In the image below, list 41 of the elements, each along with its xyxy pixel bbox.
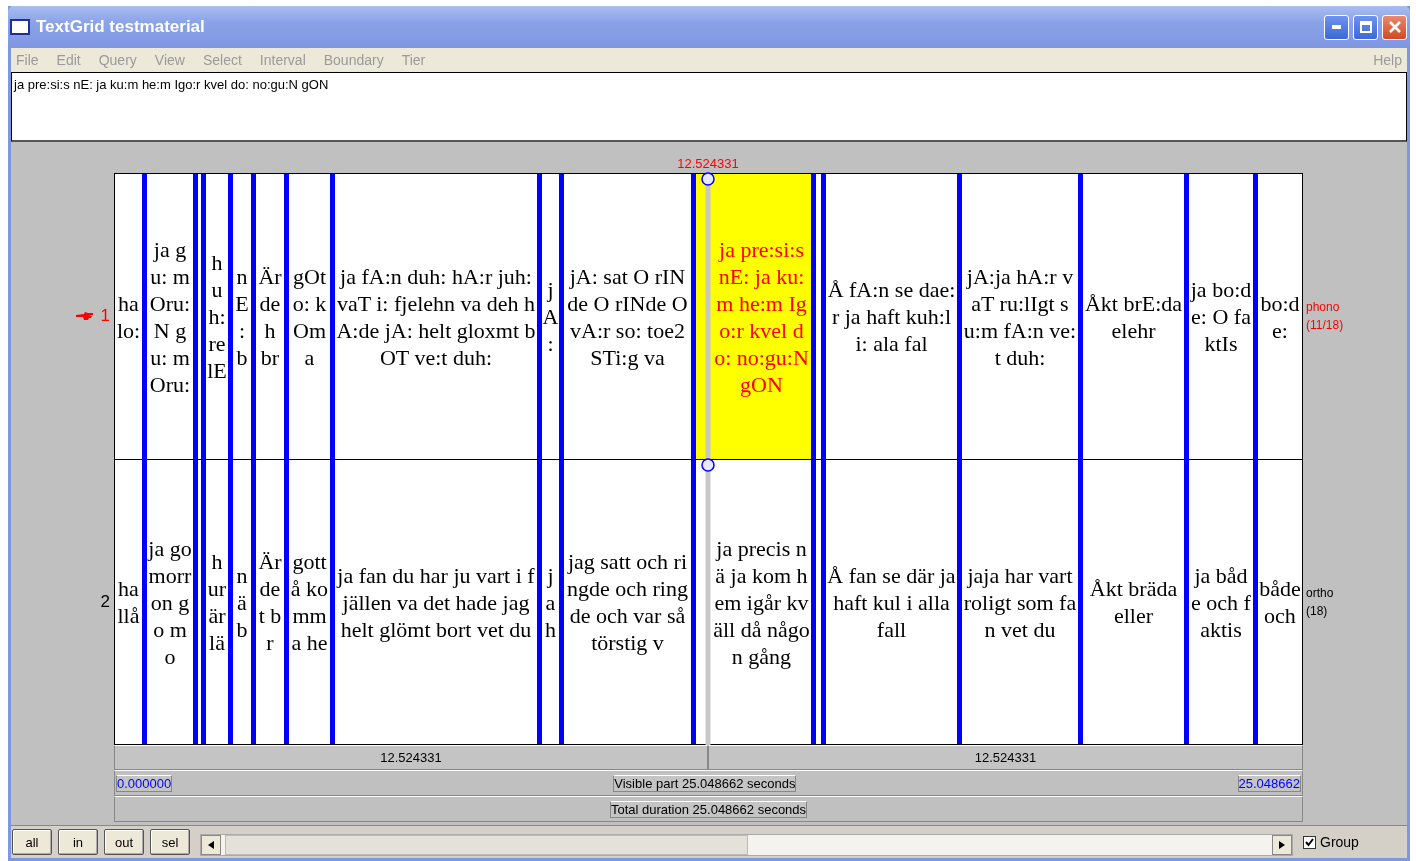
toolbar-button[interactable]: out [104, 829, 144, 855]
maximize-icon [1359, 21, 1372, 33]
text-field[interactable]: ja pre:si:s nE: ja ku:m he:m Igo:r kvel do: no:gu:N gON [11, 72, 1407, 142]
window-title: TextGrid testmaterial [36, 17, 206, 37]
right-arrow-icon[interactable] [1279, 841, 1285, 849]
tier-name: ortho [1306, 585, 1335, 602]
minimize-button[interactable] [1324, 14, 1349, 40]
start-time: 0.000000 [116, 774, 173, 792]
interval-cell[interactable]: nä b [233, 460, 256, 744]
interval-cell[interactable]: ja pre:si:s nE: ja ku:m he:m Igo:r kvel do: no:gu:N gON [696, 174, 816, 459]
interval-cell[interactable]: både och [1258, 460, 1302, 744]
close-button[interactable] [1382, 14, 1407, 40]
visible-duration: Visible part 25.048662 seconds [613, 774, 797, 792]
interval-cell[interactable]: hur är lä [206, 460, 233, 744]
checkbox-label[interactable]: Group [1320, 834, 1359, 850]
close-icon [1388, 21, 1401, 33]
interval-count: (11/18) [1306, 317, 1345, 334]
toolbar-button[interactable]: all [12, 829, 52, 855]
cursor-time: 12.524331 [677, 156, 739, 171]
minimize-icon [1332, 25, 1341, 29]
left-arrow-icon[interactable] [208, 841, 214, 849]
interval-cell[interactable]: bo:de: [1258, 174, 1302, 459]
window-icon [10, 19, 30, 35]
interval-cell[interactable]: nE:b [233, 174, 256, 459]
interval-cell[interactable]: huh:relE [206, 174, 233, 459]
time-label: 12.524331 [708, 745, 1303, 770]
time-label: 12.524331 [114, 745, 708, 770]
pointing-hand-icon [74, 310, 95, 322]
checkbox[interactable] [1303, 835, 1316, 849]
interval-cell[interactable]: jah [542, 460, 564, 744]
interval-cell[interactable]: hallå [115, 460, 147, 744]
interval-count: (18) [1306, 603, 1329, 620]
toolbar-button[interactable]: sel [150, 829, 190, 855]
interval-cell[interactable]: jA: [542, 174, 564, 459]
toolbar-button[interactable]: in [58, 829, 98, 855]
tier-number[interactable]: 2 [100, 592, 110, 612]
scrollbar[interactable] [200, 834, 1293, 856]
total-duration: Total duration 25.048662 seconds [609, 800, 808, 818]
maximize-button[interactable] [1353, 14, 1378, 40]
tier-name: phono [1306, 299, 1341, 316]
end-time: 25.048662 [1237, 774, 1301, 792]
